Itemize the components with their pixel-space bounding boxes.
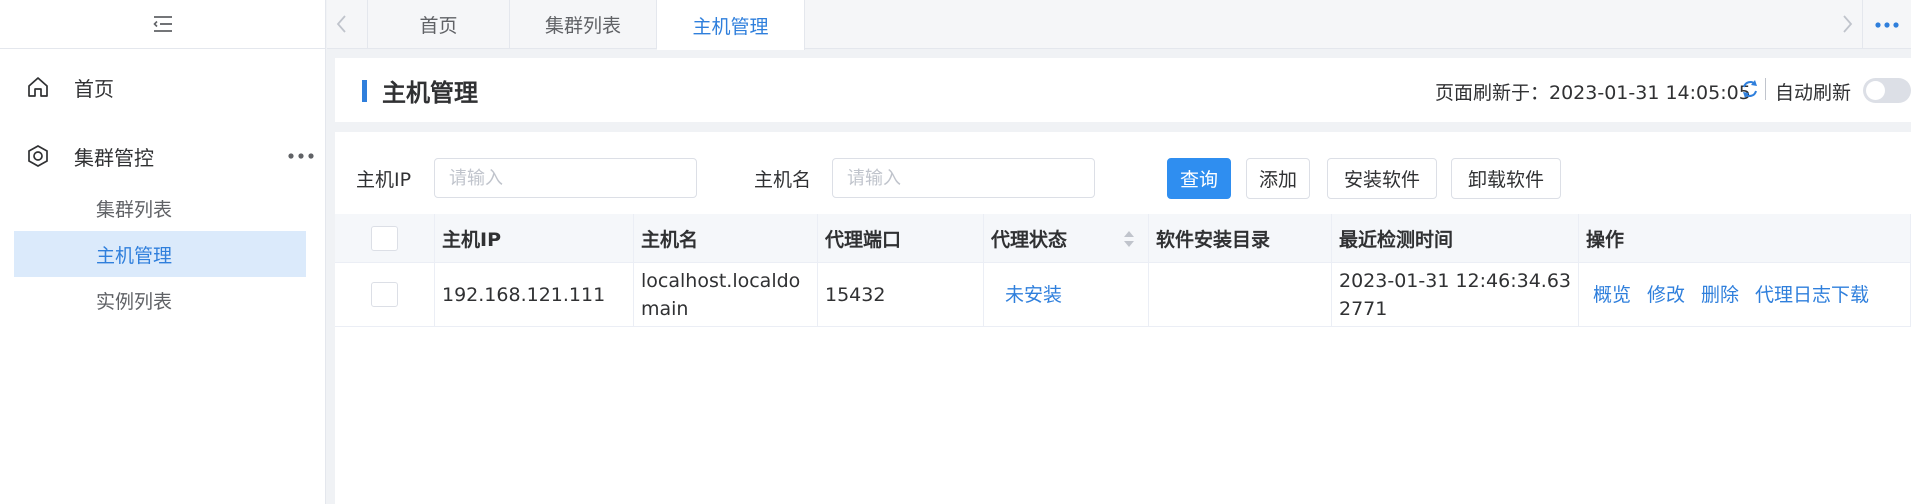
sidebar-header <box>0 0 325 49</box>
column-header: 代理端口 <box>818 214 984 262</box>
sort-icon[interactable] <box>1122 228 1136 250</box>
sidebar-item-host-management[interactable]: 主机管理 <box>14 231 306 277</box>
column-header: 操作 <box>1579 214 1911 262</box>
delete-link[interactable]: 删除 <box>1701 281 1739 309</box>
cell-actions: 概览 修改 删除 代理日志下载 <box>1579 263 1911 326</box>
cell-port: 15432 <box>818 263 984 326</box>
agent-log-download-link[interactable]: 代理日志下载 <box>1755 281 1869 309</box>
table-row: 192.168.121.111 localhost.localdomain 15… <box>335 263 1911 327</box>
page-header: 主机管理 页面刷新于：2023-01-31 14:05:05 自动刷新 <box>335 58 1911 122</box>
cell-status: 未安装 <box>984 263 1149 326</box>
refresh-icon[interactable] <box>1740 78 1760 100</box>
tab-host-management[interactable]: 主机管理 <box>657 0 805 50</box>
cell-hostname: localhost.localdomain <box>634 263 818 326</box>
sidebar-item-label: 集群列表 <box>96 198 173 221</box>
sidebar-item-cluster-control[interactable]: 集群管控 <box>0 133 326 179</box>
cell-host-ip: 192.168.121.111 <box>435 263 634 326</box>
host-ip-label: 主机IP <box>356 169 412 191</box>
sidebar-item-home[interactable]: 首页 <box>0 64 326 110</box>
tab-bar: 首页 集群列表 主机管理 <box>327 0 1911 50</box>
divider <box>1765 78 1766 100</box>
page-title: 主机管理 <box>382 79 478 107</box>
status-link[interactable]: 未安装 <box>991 281 1062 309</box>
tab-more-button[interactable] <box>1862 0 1911 49</box>
more-dots-icon <box>1875 21 1899 28</box>
column-header: 主机名 <box>634 214 818 262</box>
column-header-status[interactable]: 代理状态 <box>984 214 1149 262</box>
refresh-time-text: 页面刷新于：2023-01-31 14:05:05 <box>1435 82 1751 104</box>
query-button[interactable]: 查询 <box>1167 158 1231 199</box>
hostname-label: 主机名 <box>754 169 812 191</box>
overview-link[interactable]: 概览 <box>1593 281 1631 309</box>
column-header: 最近检测时间 <box>1332 214 1579 262</box>
sidebar-item-cluster-list[interactable]: 集群列表 <box>14 185 306 231</box>
home-icon <box>28 77 48 97</box>
sidebar-item-label: 主机管理 <box>96 244 173 267</box>
toggle-knob <box>1866 81 1885 100</box>
install-software-button[interactable]: 安装软件 <box>1327 158 1437 199</box>
more-dots-icon[interactable] <box>286 149 316 163</box>
host-ip-input[interactable] <box>434 158 697 198</box>
table-header: 主机IP 主机名 代理端口 代理状态 软件安装目录 最近检测时间 操作 <box>335 214 1911 263</box>
row-checkbox[interactable] <box>371 282 398 307</box>
title-accent-bar <box>362 80 367 102</box>
edit-link[interactable]: 修改 <box>1647 281 1685 309</box>
menu-collapse-icon[interactable] <box>151 14 175 34</box>
cluster-icon <box>28 145 48 167</box>
row-checkbox-cell <box>335 263 435 326</box>
sidebar: 首页 集群管控 集群列表 主机管理 实例列表 <box>0 0 326 504</box>
sidebar-item-label: 首页 <box>74 76 114 101</box>
cell-install-dir <box>1149 263 1332 326</box>
column-header: 主机IP <box>435 214 634 262</box>
auto-refresh-toggle[interactable] <box>1863 78 1911 103</box>
header-checkbox-cell <box>335 214 435 262</box>
chevron-left-icon[interactable] <box>332 12 352 36</box>
chevron-right-icon[interactable] <box>1837 12 1857 36</box>
auto-refresh-label: 自动刷新 <box>1775 82 1852 104</box>
host-list-panel: 主机IP 主机名 查询 添加 安装软件 卸载软件 主机IP 主机名 代理端口 代… <box>335 132 1911 504</box>
hostname-input[interactable] <box>832 158 1095 198</box>
column-header: 软件安装目录 <box>1149 214 1332 262</box>
sidebar-item-label: 实例列表 <box>96 290 173 313</box>
add-button[interactable]: 添加 <box>1246 158 1310 199</box>
sidebar-item-instance-list[interactable]: 实例列表 <box>14 277 306 323</box>
uninstall-software-button[interactable]: 卸载软件 <box>1451 158 1561 199</box>
select-all-checkbox[interactable] <box>371 225 398 251</box>
column-header-label: 代理状态 <box>991 228 1068 251</box>
tab-cluster-list[interactable]: 集群列表 <box>510 0 657 49</box>
cell-last-check: 2023-01-31 12:46:34.632771 <box>1332 263 1579 326</box>
sidebar-item-label: 集群管控 <box>74 145 154 170</box>
tab-home[interactable]: 首页 <box>367 0 510 49</box>
